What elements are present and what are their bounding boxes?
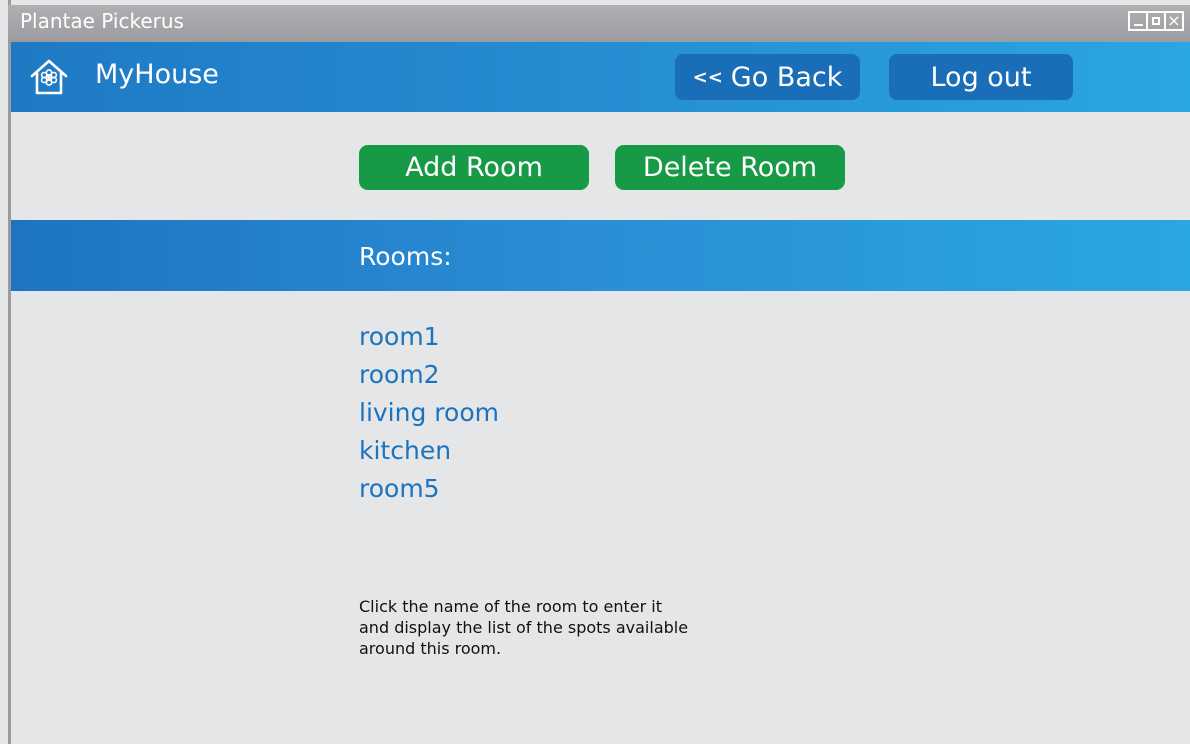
room-link[interactable]: living room xyxy=(359,394,499,432)
room-link[interactable]: room1 xyxy=(359,318,499,356)
go-back-label: Go Back xyxy=(730,61,843,93)
maximize-icon[interactable] xyxy=(1146,11,1166,31)
house-flower-icon[interactable] xyxy=(28,56,70,98)
minimize-icon[interactable] xyxy=(1128,11,1148,31)
window-title: Plantae Pickerus xyxy=(20,9,184,33)
room-link[interactable]: room5 xyxy=(359,470,499,508)
go-back-button[interactable]: << Go Back xyxy=(675,54,860,100)
log-out-button[interactable]: Log out xyxy=(889,54,1073,100)
app-window: Plantae Pickerus × MyHouse << Go Back Lo… xyxy=(0,0,1190,744)
double-chevron-left-icon: << xyxy=(692,66,723,88)
app-title: MyHouse xyxy=(95,59,219,90)
rooms-list: room1 room2 living room kitchen room5 xyxy=(359,318,499,508)
title-bar[interactable]: Plantae Pickerus × xyxy=(8,5,1190,42)
help-text-line: Click the name of the room to enter it xyxy=(359,597,662,616)
close-icon[interactable]: × xyxy=(1164,11,1184,31)
help-text: Click the name of the room to enter it a… xyxy=(359,596,779,659)
app-header: MyHouse << Go Back Log out xyxy=(11,42,1190,112)
add-room-button[interactable]: Add Room xyxy=(359,145,589,190)
help-text-line: around this room. xyxy=(359,639,502,658)
room-link[interactable]: kitchen xyxy=(359,432,499,470)
log-out-label: Log out xyxy=(930,61,1032,93)
delete-room-button[interactable]: Delete Room xyxy=(615,145,845,190)
window-controls: × xyxy=(1128,11,1184,31)
rooms-section-bar: Rooms: xyxy=(11,220,1190,291)
add-room-label: Add Room xyxy=(405,152,543,183)
help-text-line: and display the list of the spots availa… xyxy=(359,618,689,637)
delete-room-label: Delete Room xyxy=(642,152,818,183)
room-link[interactable]: room2 xyxy=(359,356,499,394)
rooms-heading: Rooms: xyxy=(359,242,452,271)
